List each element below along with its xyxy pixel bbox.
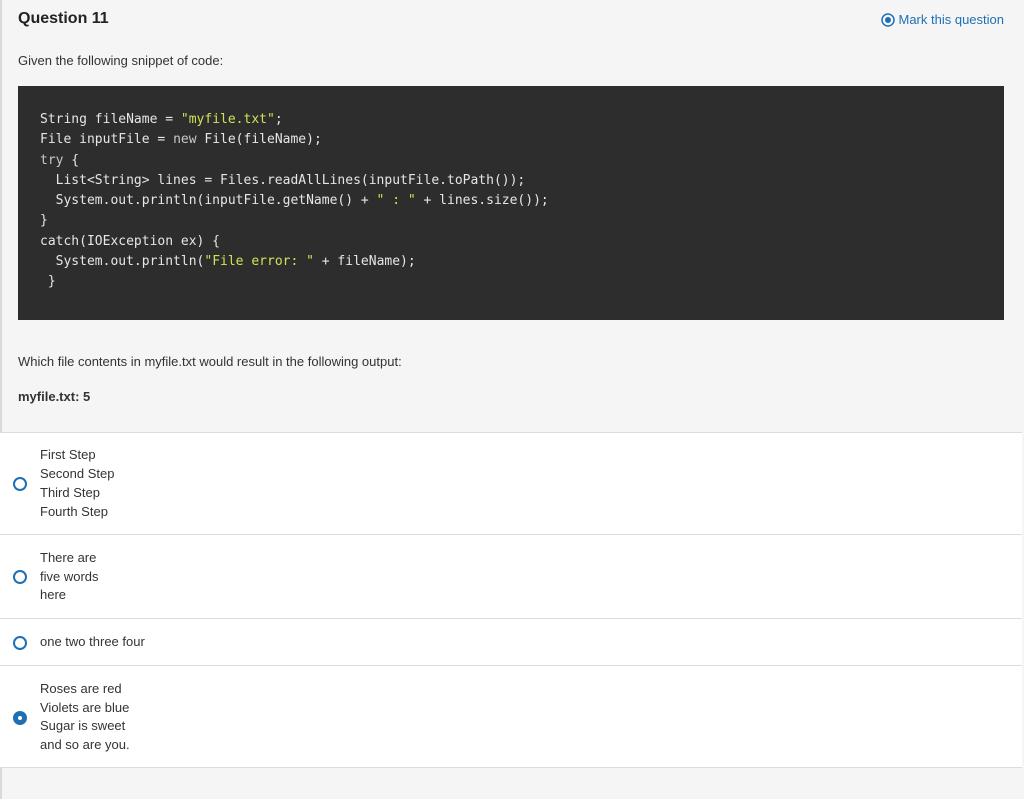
option-line: and so are you. xyxy=(40,737,130,753)
code-line: System.out.println("File error: " + file… xyxy=(40,252,1004,272)
code-line: List<String> lines = Files.readAllLines(… xyxy=(40,171,1004,191)
code-token: List<String> lines = Files.readAllLines(… xyxy=(40,172,526,188)
option-line: one two three four xyxy=(40,634,145,650)
question-title: Question 11 xyxy=(18,10,109,27)
code-token: { xyxy=(63,152,80,168)
radio-icon[interactable] xyxy=(13,635,27,650)
question-followup: Which file contents in myfile.txt would … xyxy=(18,354,402,369)
code-token: " : " xyxy=(376,193,416,209)
radio-selected-icon[interactable] xyxy=(13,710,27,725)
option-line: five words xyxy=(40,568,99,584)
answer-option[interactable]: There are five words here xyxy=(0,534,1022,618)
option-line: First Step xyxy=(40,447,96,463)
option-line: There are xyxy=(40,549,97,565)
mark-question-button[interactable]: Mark this question xyxy=(880,12,1005,27)
option-text: First Step Second Step Third Step Fourth St… xyxy=(40,446,114,521)
answer-option[interactable]: Roses are red Violets are blue Sugar is sw… xyxy=(0,665,1022,768)
code-line: String fileName = "myfile.txt"; xyxy=(40,110,1004,130)
option-text: There are five words here xyxy=(40,549,99,605)
code-token: "myfile.txt" xyxy=(180,112,275,127)
code-line: System.out.println(inputFile.getName() +… xyxy=(40,191,1004,211)
answer-option[interactable]: First Step Second Step Third Step Fourth St… xyxy=(0,432,1022,534)
radio-target-icon xyxy=(880,12,895,27)
option-line: Sugar is sweet xyxy=(40,718,126,734)
question-header: Question 11 Mark this question xyxy=(18,10,1004,34)
code-line: try { xyxy=(40,151,1004,171)
code-token: + lines.size()); xyxy=(415,193,549,209)
code-block: String fileName = "myfile.txt"; File inpu… xyxy=(18,86,1004,320)
code-token: String fileName = xyxy=(40,112,181,127)
option-line: Roses are red xyxy=(40,680,122,696)
question-prompt: Given the following snippet of code: xyxy=(18,53,224,68)
answer-option[interactable]: one two three four xyxy=(0,618,1022,665)
code-line: } xyxy=(40,211,1004,231)
option-line: Second Step xyxy=(40,466,115,482)
expected-output: myfile.txt: 5 xyxy=(18,389,91,404)
code-token: File(fileName); xyxy=(196,132,322,148)
option-line: Fourth Step xyxy=(40,503,108,519)
answer-options: First Step Second Step Third Step Fourth St… xyxy=(0,432,1022,768)
code-line: } xyxy=(40,272,1004,292)
code-token: System.out.println( xyxy=(40,254,205,270)
radio-icon[interactable] xyxy=(13,570,27,584)
code-line: catch(IOException ex) { xyxy=(40,232,1004,252)
code-token: } xyxy=(40,213,48,229)
option-line: here xyxy=(40,587,67,603)
code-token: new xyxy=(173,132,197,148)
code-token: + fileName); xyxy=(313,254,416,270)
code-token: File inputFile = xyxy=(40,132,174,148)
code-token: } xyxy=(40,274,56,290)
code-token: ; xyxy=(274,112,283,127)
code-token: catch(IOException ex) { xyxy=(40,233,221,249)
code-token: "File error: " xyxy=(204,254,314,270)
code-token: try xyxy=(40,152,64,168)
mark-question-label: Mark this question xyxy=(898,12,1005,27)
option-text: one two three four xyxy=(40,633,145,652)
radio-icon[interactable] xyxy=(13,477,27,491)
option-line: Violets are blue xyxy=(40,699,130,715)
option-line: Third Step xyxy=(40,484,100,500)
code-token: System.out.println(inputFile.getName() + xyxy=(40,193,377,209)
code-line: File inputFile = new File(fileName); xyxy=(40,130,1004,150)
option-text: Roses are red Violets are blue Sugar is sw… xyxy=(40,680,130,755)
